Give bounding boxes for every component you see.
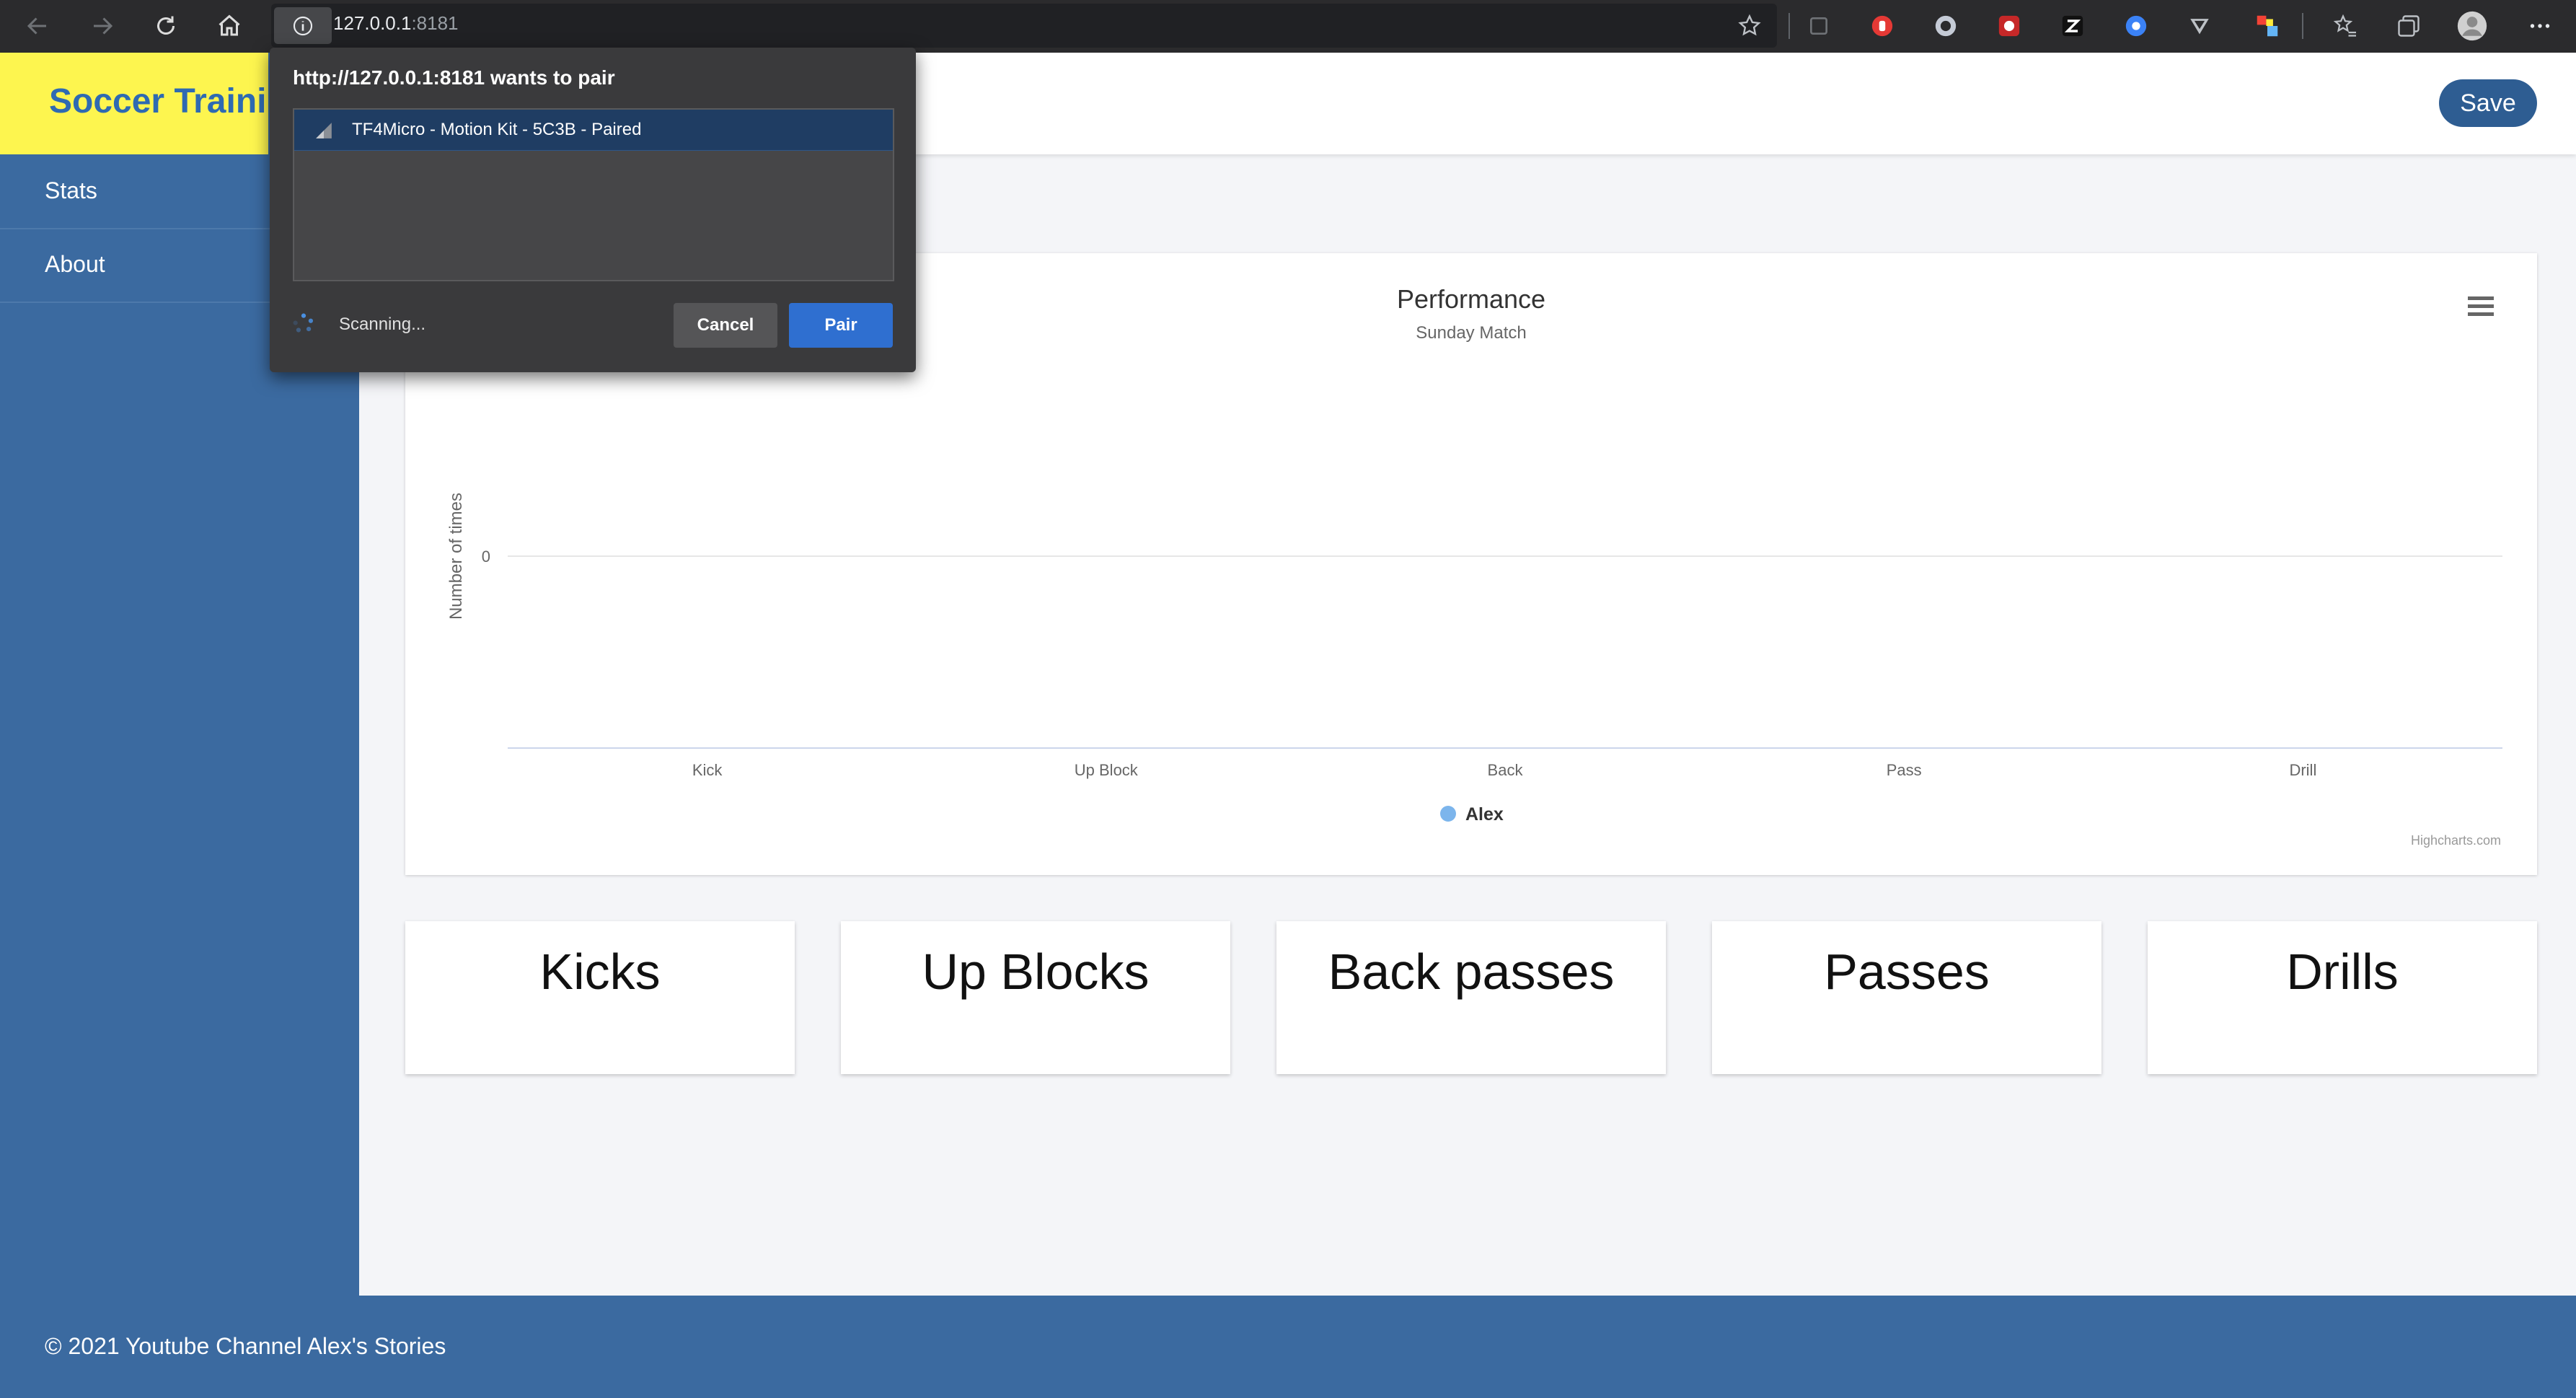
- chart-title: Performance: [1397, 284, 1545, 314]
- settings-menu-button[interactable]: [2524, 10, 2556, 42]
- chart-credits[interactable]: Highcharts.com: [2411, 833, 2501, 848]
- z-logo-icon: [2062, 15, 2083, 37]
- x-tick-label: Up Block: [1075, 761, 1139, 779]
- stat-card-label: Drills: [2286, 944, 2399, 1000]
- stat-card-kicks[interactable]: Kicks: [405, 921, 795, 1074]
- stat-card-drills[interactable]: Drills: [2148, 921, 2537, 1074]
- extension-adblock-button[interactable]: [1866, 10, 1898, 42]
- chart-subtitle: Sunday Match: [1416, 323, 1526, 343]
- circle-logo-icon: [1935, 15, 1957, 37]
- sidebar-item-label: About: [45, 251, 105, 277]
- back-button[interactable]: [16, 6, 59, 46]
- brand-title: Soccer Training: [49, 82, 268, 120]
- color-puzzle-icon: [2257, 15, 2278, 37]
- home-icon: [219, 14, 240, 36]
- sidebar-item-label: Stats: [45, 177, 97, 203]
- toolbar-divider: [2302, 13, 2303, 39]
- profile-button[interactable]: [2456, 10, 2488, 42]
- x-tick-label: Drill: [2289, 761, 2316, 779]
- y-tick-label: 0: [482, 548, 490, 566]
- legend-item-alex[interactable]: Alex: [1440, 804, 1504, 825]
- chart-menu-icon[interactable]: [2468, 296, 2494, 316]
- forward-button[interactable]: [81, 6, 124, 46]
- browser-toolbar: 127.0.0.1:8181: [0, 0, 2576, 53]
- pairing-dialog: http://127.0.0.1:8181 wants to pair TF4M…: [270, 48, 916, 372]
- reload-button[interactable]: [144, 6, 188, 46]
- plot-area: 0 Kick Up Block Back Pass Drill: [482, 548, 2502, 779]
- device-list-item[interactable]: TF4Micro - Motion Kit - 5C3B - Paired: [294, 110, 893, 151]
- gear-red-icon: [1998, 15, 2020, 37]
- more-horizontal-icon: [2530, 24, 2550, 28]
- star-add-icon: [1738, 14, 1761, 36]
- stat-card-passes[interactable]: Passes: [1712, 921, 2101, 1074]
- extension-globe-button[interactable]: [2120, 10, 2152, 42]
- collections-icon: [2398, 15, 2420, 37]
- x-tick-label: Back: [1488, 761, 1524, 779]
- globe-icon: [2125, 15, 2147, 37]
- device-list[interactable]: TF4Micro - Motion Kit - 5C3B - Paired: [293, 108, 894, 281]
- stat-card-label: Up Blocks: [922, 944, 1150, 1000]
- avatar-icon: [2457, 11, 2487, 41]
- stat-card-back-passes[interactable]: Back passes: [1276, 921, 1666, 1074]
- x-tick-label: Kick: [692, 761, 723, 779]
- url-port: :8181: [411, 12, 459, 34]
- reader-icon: [1810, 17, 1827, 35]
- save-button[interactable]: Save: [2439, 79, 2537, 127]
- toolbar-divider: [1788, 13, 1790, 39]
- site-info-button[interactable]: [274, 7, 332, 44]
- home-button[interactable]: [208, 6, 251, 46]
- scanning-status: Scanning...: [339, 315, 426, 334]
- stat-card-label: Passes: [1824, 944, 1990, 1000]
- stat-card-label: Back passes: [1328, 944, 1615, 1000]
- footer-copyright: © 2021 Youtube Channel Alex's Stories: [45, 1333, 446, 1359]
- stat-card-label: Kicks: [539, 944, 661, 1000]
- y-axis-title: Number of times: [446, 493, 466, 620]
- pairing-dialog-title: http://127.0.0.1:8181 wants to pair: [293, 66, 615, 89]
- stat-card-up-blocks[interactable]: Up Blocks: [841, 921, 1230, 1074]
- legend-marker: [1440, 806, 1456, 822]
- extension-reader-button[interactable]: [1803, 10, 1835, 42]
- brand-header[interactable]: Soccer Training: [0, 53, 268, 154]
- bookmark-star-button[interactable]: [1734, 10, 1765, 42]
- reload-icon: [157, 16, 175, 35]
- extension-v-button[interactable]: [2184, 10, 2215, 42]
- v-logo-icon: [2190, 19, 2209, 35]
- info-icon: [293, 16, 313, 35]
- extension-colors-button[interactable]: [2251, 10, 2283, 42]
- url-text: 127.0.0.1:8181: [333, 12, 459, 35]
- legend-label: Alex: [1465, 804, 1504, 825]
- favorites-button[interactable]: [2329, 10, 2361, 42]
- forward-arrow-icon: [94, 17, 113, 35]
- url-host: 127.0.0.1: [333, 12, 412, 34]
- x-tick-label: Pass: [1887, 761, 1922, 779]
- scanning-spinner-icon: [293, 313, 314, 333]
- collections-button[interactable]: [2393, 10, 2425, 42]
- signal-strength-icon: [316, 123, 332, 139]
- back-arrow-icon: [27, 17, 46, 35]
- footer: © 2021 Youtube Channel Alex's Stories: [0, 1296, 2576, 1398]
- device-name: TF4Micro - Motion Kit - 5C3B - Paired: [352, 120, 642, 139]
- pair-button[interactable]: Pair: [789, 303, 893, 348]
- cancel-button[interactable]: Cancel: [674, 303, 777, 348]
- extension-z-button[interactable]: [2057, 10, 2088, 42]
- extension-puzzle-button[interactable]: [1993, 10, 2025, 42]
- favorites-list-icon: [2333, 14, 2356, 37]
- adblock-icon: [1871, 15, 1893, 37]
- extension-circle-button[interactable]: [1930, 10, 1962, 42]
- address-bar[interactable]: [271, 4, 1777, 48]
